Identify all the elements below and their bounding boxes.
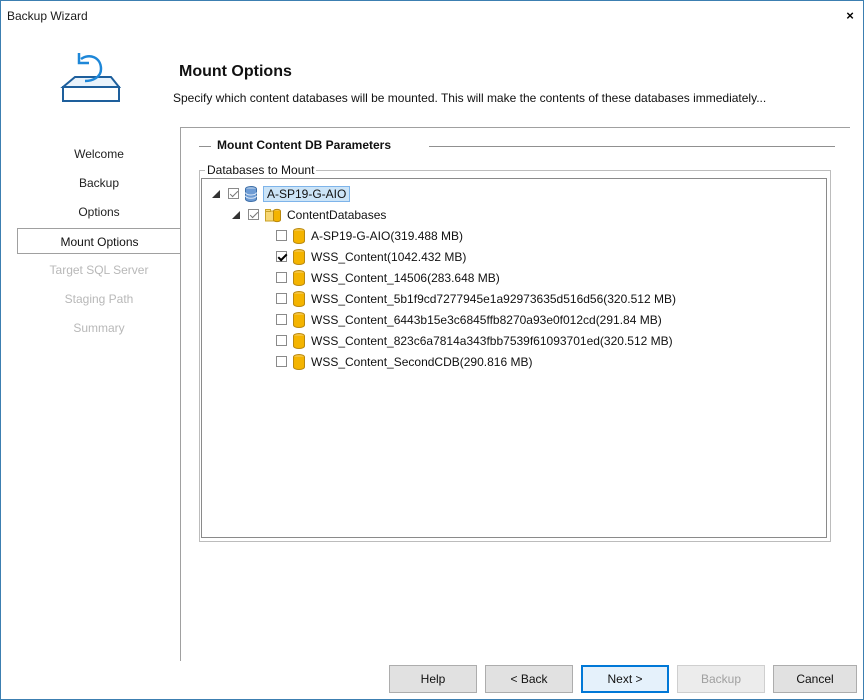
database-label[interactable]: WSS_Content_6443b15e3c6845ffb8270a93e0f0… — [311, 313, 662, 327]
title-bar: Backup Wizard × — [1, 1, 863, 31]
database-label[interactable]: WSS_Content_14506(283.648 MB) — [311, 271, 500, 285]
database-checkbox[interactable] — [276, 356, 287, 368]
step-backup[interactable]: Backup — [17, 170, 181, 196]
section-heading-label: Mount Content DB Parameters — [217, 138, 398, 152]
step-summary: Summary — [73, 321, 125, 335]
heading-line-left — [199, 146, 211, 147]
page-description: Specify which content databases will be … — [173, 91, 767, 105]
page-title: Mount Options — [179, 63, 292, 80]
database-checkbox[interactable] — [276, 272, 287, 284]
window-title: Backup Wizard — [7, 9, 88, 23]
step-target-sql-server: Target SQL Server — [49, 263, 149, 277]
section-heading: Mount Content DB Parameters — [199, 138, 835, 154]
database-icon — [293, 269, 305, 286]
step-options[interactable]: Options — [17, 199, 181, 225]
tree-node-database[interactable]: WSS_Content_SecondCDB(290.816 MB) — [276, 351, 532, 371]
server-database-icon — [245, 185, 257, 202]
step-mount-options[interactable]: Mount Options — [17, 228, 181, 254]
expand-arrow-icon[interactable] — [232, 210, 240, 219]
tree-node-database[interactable]: WSS_Content_823c6a7814a343fbb7539f610937… — [276, 330, 673, 350]
backup-wizard-window: Backup Wizard × Mount Options Specify wh… — [0, 0, 864, 700]
tree-node-content-databases-label[interactable]: ContentDatabases — [287, 208, 386, 222]
expand-arrow-icon[interactable] — [212, 189, 220, 198]
database-checkbox[interactable] — [276, 293, 287, 305]
database-icon — [293, 353, 305, 370]
tree-node-database[interactable]: WSS_Content(1042.432 MB) — [276, 246, 466, 266]
database-icon — [293, 290, 305, 307]
database-checkbox[interactable] — [276, 230, 287, 242]
database-icon — [293, 248, 305, 265]
databases-tree[interactable]: A-SP19-G-AIO ContentDatabases A-SP19-G-A… — [201, 178, 827, 538]
backup-button: Backup — [677, 665, 765, 693]
tree-checkbox-content-databases[interactable] — [248, 209, 259, 221]
backup-wizard-icon — [60, 53, 122, 102]
database-label[interactable]: WSS_Content(1042.432 MB) — [311, 250, 466, 264]
database-icon — [293, 332, 305, 349]
database-checkbox[interactable] — [276, 314, 287, 326]
step-welcome[interactable]: Welcome — [17, 141, 181, 167]
step-staging-path: Staging Path — [64, 292, 134, 306]
help-button[interactable]: Help — [389, 665, 477, 693]
database-icon — [293, 227, 305, 244]
database-label[interactable]: WSS_Content_SecondCDB(290.816 MB) — [311, 355, 532, 369]
tree-checkbox-server[interactable] — [228, 188, 239, 200]
database-label[interactable]: WSS_Content_5b1f9cd7277945e1a92973635d51… — [311, 292, 676, 306]
database-checkbox[interactable] — [276, 251, 287, 263]
database-icon — [293, 311, 305, 328]
next-button[interactable]: Next > — [581, 665, 669, 693]
databases-groupbox-label: Databases to Mount — [205, 163, 317, 177]
tree-node-database[interactable]: WSS_Content_14506(283.648 MB) — [276, 267, 500, 287]
database-label[interactable]: WSS_Content_823c6a7814a343fbb7539f610937… — [311, 334, 673, 348]
folder-database-icon — [265, 208, 281, 222]
tree-node-database[interactable]: WSS_Content_6443b15e3c6845ffb8270a93e0f0… — [276, 309, 662, 329]
tree-node-database[interactable]: WSS_Content_5b1f9cd7277945e1a92973635d51… — [276, 288, 676, 308]
close-button[interactable]: × — [841, 7, 859, 25]
back-button[interactable]: < Back — [485, 665, 573, 693]
tree-node-content-databases[interactable]: ContentDatabases — [232, 204, 386, 224]
tree-node-server-label[interactable]: A-SP19-G-AIO — [263, 185, 351, 202]
database-label[interactable]: A-SP19-G-AIO(319.488 MB) — [311, 229, 463, 243]
tree-node-server[interactable]: A-SP19-G-AIO — [212, 183, 351, 203]
database-checkbox[interactable] — [276, 335, 287, 347]
cancel-button[interactable]: Cancel — [773, 665, 857, 693]
tree-node-database[interactable]: A-SP19-G-AIO(319.488 MB) — [276, 225, 463, 245]
heading-line-right — [429, 146, 835, 147]
